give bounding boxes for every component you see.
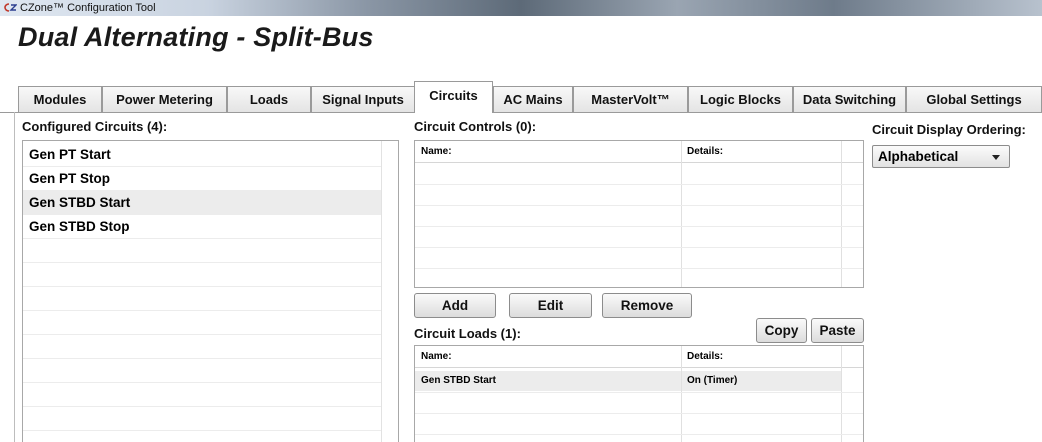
- tab-power-metering[interactable]: Power Metering: [102, 86, 227, 112]
- display-ordering-select[interactable]: Alphabetical: [872, 145, 1010, 168]
- row-divider: [415, 413, 863, 414]
- tab-logic-blocks[interactable]: Logic Blocks: [688, 86, 793, 112]
- row-divider: [415, 184, 863, 185]
- copy-button[interactable]: Copy: [756, 318, 807, 343]
- circuit-controls-label: Circuit Controls (0):: [414, 119, 537, 134]
- row-divider: [415, 268, 863, 269]
- circuit-loads-label: Circuit Loads (1):: [414, 326, 521, 341]
- list-item-empty: [23, 359, 381, 383]
- list-column-divider: [381, 141, 382, 442]
- row-divider: [415, 247, 863, 248]
- list-item-gen-stbd-start[interactable]: Gen STBD Start: [23, 191, 381, 215]
- list-item-gen-pt-stop[interactable]: Gen PT Stop: [23, 167, 381, 191]
- table-cell-details[interactable]: On (Timer): [687, 371, 737, 391]
- tab-modules[interactable]: Modules: [18, 86, 102, 112]
- circuit-loads-grid[interactable]: Name: Details: Gen STBD Start On (Timer): [414, 345, 864, 442]
- list-item-empty: [23, 311, 381, 335]
- czone-logo-icon: [4, 3, 17, 12]
- window-title: CZone™ Configuration Tool: [20, 2, 156, 14]
- display-ordering-value: Alphabetical: [878, 149, 959, 164]
- circuit-controls-grid[interactable]: Name: Details:: [414, 140, 864, 288]
- chevron-down-icon: [992, 155, 1000, 160]
- table-cell-name[interactable]: Gen STBD Start: [421, 371, 496, 391]
- column-divider: [681, 346, 682, 442]
- page-title: Dual Alternating - Split-Bus: [18, 22, 374, 52]
- list-item-empty: [23, 335, 381, 359]
- tab-panel-left-border: [14, 112, 15, 442]
- column-header-name: Name:: [421, 146, 452, 157]
- list-item-empty: [23, 383, 381, 407]
- list-item-empty: [23, 263, 381, 287]
- column-divider: [841, 346, 842, 442]
- column-divider: [681, 141, 682, 287]
- tab-panel-top-border: [0, 112, 1042, 113]
- edit-button[interactable]: Edit: [509, 293, 592, 318]
- list-item-empty: [23, 407, 381, 431]
- tab-mastervolt[interactable]: MasterVolt™: [573, 86, 688, 112]
- window-title-bar: CZone™ Configuration Tool: [0, 0, 1042, 16]
- display-ordering-label: Circuit Display Ordering:: [872, 122, 1026, 137]
- tab-data-switching[interactable]: Data Switching: [793, 86, 906, 112]
- tab-signal-inputs[interactable]: Signal Inputs: [311, 86, 415, 112]
- list-item-gen-stbd-stop[interactable]: Gen STBD Stop: [23, 215, 381, 239]
- tab-global-settings[interactable]: Global Settings: [906, 86, 1042, 112]
- tab-bar: Modules Power Metering Loads Signal Inpu…: [18, 81, 1042, 113]
- grid-header: [415, 346, 863, 368]
- list-item-gen-pt-start[interactable]: Gen PT Start: [23, 143, 381, 167]
- paste-button[interactable]: Paste: [811, 318, 864, 343]
- tab-ac-mains[interactable]: AC Mains: [493, 86, 573, 112]
- configured-circuits-list[interactable]: Gen PT Start Gen PT Stop Gen STBD Start …: [22, 140, 399, 442]
- configured-circuits-label: Configured Circuits (4):: [22, 119, 168, 134]
- tab-loads[interactable]: Loads: [227, 86, 311, 112]
- column-divider: [841, 141, 842, 287]
- list-item-empty: [23, 287, 381, 311]
- tab-circuits[interactable]: Circuits: [414, 81, 493, 113]
- list-item-empty: [23, 239, 381, 263]
- add-button[interactable]: Add: [414, 293, 496, 318]
- row-divider: [415, 226, 863, 227]
- row-divider: [415, 205, 863, 206]
- remove-button[interactable]: Remove: [602, 293, 692, 318]
- column-header-name: Name:: [421, 351, 452, 362]
- row-divider: [415, 434, 863, 435]
- row-divider: [415, 392, 863, 393]
- grid-header: [415, 141, 863, 163]
- column-header-details: Details:: [687, 146, 724, 157]
- column-header-details: Details:: [687, 351, 724, 362]
